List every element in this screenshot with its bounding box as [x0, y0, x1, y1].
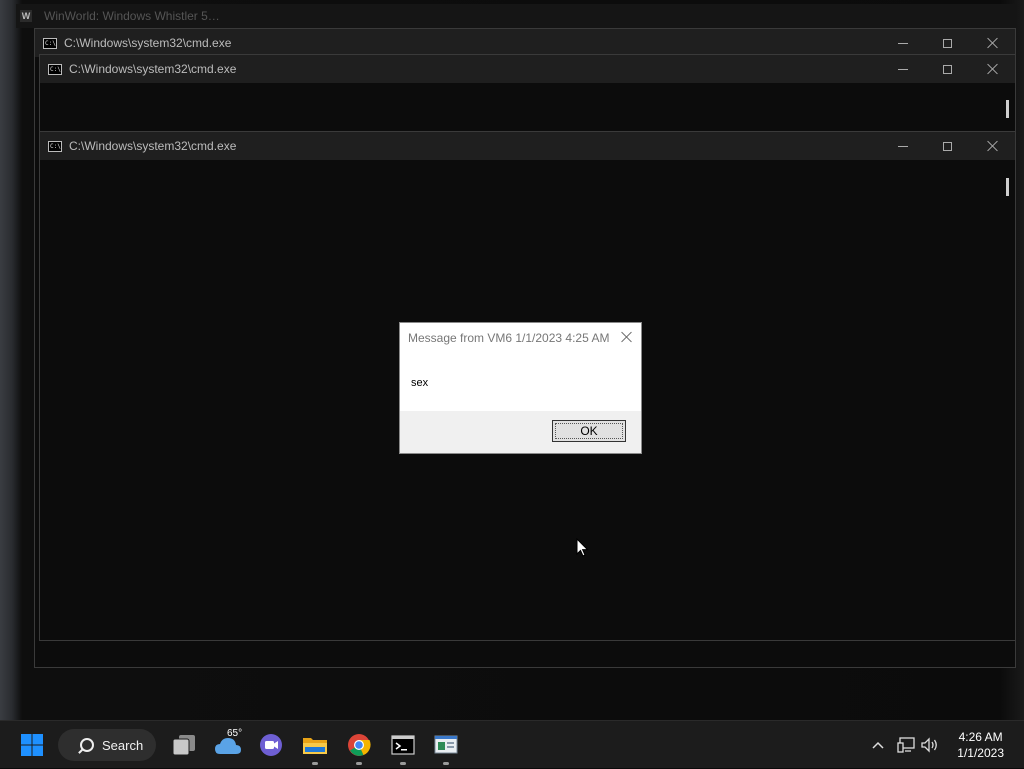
windows-logo-icon [21, 734, 43, 756]
taskbar: Search 65° 4:26 AM 1/1/2023 [0, 720, 1024, 768]
close-button[interactable] [970, 132, 1015, 160]
maximize-button[interactable] [925, 29, 970, 57]
window-title: C:\Windows\system32\cmd.exe [69, 62, 237, 76]
search-icon [80, 738, 94, 752]
remote-app-button[interactable] [425, 721, 467, 769]
clock-date: 1/1/2023 [957, 746, 1004, 760]
maximize-icon [943, 141, 952, 151]
ok-button[interactable]: OK [552, 420, 626, 442]
minimize-button[interactable] [880, 132, 925, 160]
cmd-icon: C:\ [48, 141, 62, 152]
winworld-icon: W [20, 10, 32, 22]
window-title: C:\Windows\system32\cmd.exe [64, 36, 232, 50]
desktop: W WinWorld: Windows Whistler 5… C:\ C:\W… [0, 0, 1024, 720]
scrollbar-thumb[interactable] [1006, 178, 1009, 196]
minimize-icon [897, 68, 908, 70]
network-button[interactable] [894, 721, 918, 769]
remote-app-icon [434, 735, 458, 754]
chevron-up-icon [872, 741, 884, 749]
running-indicator [400, 762, 406, 765]
maximize-icon [943, 38, 952, 48]
chat-button[interactable] [250, 721, 292, 769]
close-icon [987, 37, 999, 49]
cmd-icon: C:\ [43, 38, 57, 49]
title-bar[interactable]: C:\ C:\Windows\system32\cmd.exe [40, 132, 1015, 160]
chrome-icon [348, 734, 371, 756]
maximize-icon [943, 64, 952, 74]
close-button[interactable] [970, 55, 1015, 83]
chat-icon [260, 734, 282, 756]
terminal-button[interactable] [382, 721, 424, 769]
message-dialog: Message from VM6 1/1/2023 4:25 AM sex OK [399, 322, 642, 454]
start-button[interactable] [12, 721, 52, 769]
clock-time: 4:26 AM [958, 730, 1003, 744]
task-view-icon [172, 735, 195, 756]
terminal-icon [391, 735, 415, 755]
running-indicator [443, 762, 449, 765]
file-explorer-button[interactable] [294, 721, 336, 769]
file-explorer-icon [303, 738, 327, 754]
minimize-button[interactable] [880, 29, 925, 57]
title-bar[interactable]: C:\ C:\Windows\system32\cmd.exe [35, 29, 1015, 57]
minimize-icon [897, 42, 908, 44]
running-indicator [312, 762, 318, 765]
dialog-title: Message from VM6 1/1/2023 4:25 AM [408, 331, 610, 345]
running-indicator [356, 762, 362, 765]
background-window-title: WinWorld: Windows Whistler 5… [44, 9, 220, 23]
maximize-button[interactable] [925, 132, 970, 160]
search-box[interactable]: Search [58, 729, 156, 761]
title-bar[interactable]: C:\ C:\Windows\system32\cmd.exe [40, 55, 1015, 83]
cmd-icon: C:\ [48, 64, 62, 75]
scrollbar-thumb[interactable] [1006, 100, 1009, 118]
dialog-message: sex [411, 377, 429, 389]
weather-widget[interactable]: 65° [208, 721, 250, 769]
task-view-button[interactable] [164, 721, 204, 769]
minimize-icon [897, 145, 908, 147]
close-icon [987, 140, 999, 152]
volume-icon [921, 737, 937, 753]
network-icon [897, 737, 915, 753]
clock[interactable]: 4:26 AM 1/1/2023 [957, 729, 1004, 761]
close-button[interactable] [970, 29, 1015, 57]
dialog-close-icon[interactable] [619, 330, 633, 344]
volume-button[interactable] [918, 721, 942, 769]
show-hidden-icons-button[interactable] [866, 721, 890, 769]
window-title: C:\Windows\system32\cmd.exe [69, 139, 237, 153]
maximize-button[interactable] [925, 55, 970, 83]
minimize-button[interactable] [880, 55, 925, 83]
background-browser-window[interactable]: W WinWorld: Windows Whistler 5… [16, 4, 1016, 28]
close-icon [987, 63, 999, 75]
weather-temp: 65° [227, 728, 243, 739]
chrome-button[interactable] [338, 721, 380, 769]
search-label: Search [102, 737, 144, 753]
mouse-cursor-icon [576, 538, 589, 557]
